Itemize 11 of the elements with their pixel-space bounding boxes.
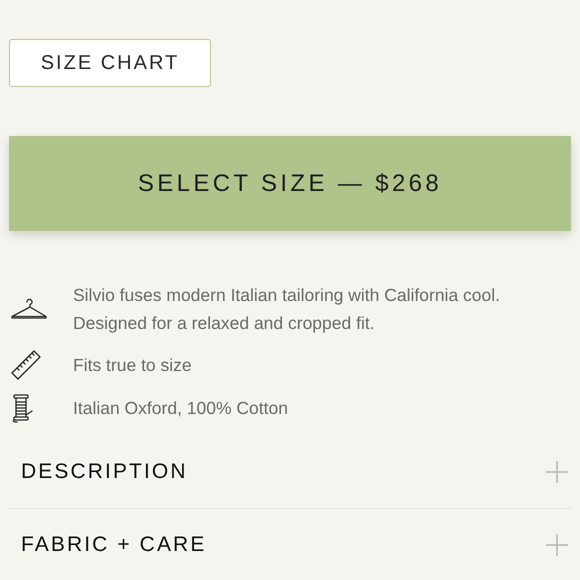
accordion-title[interactable]: FABRIC + CARE <box>21 529 206 561</box>
size-chart-button[interactable]: SIZE CHART <box>9 39 211 87</box>
accordion-title[interactable]: DESCRIPTION <box>21 456 188 488</box>
feature-text: Silvio fuses modern Italian tailoring with California cool. Designed for a relaxed and cropped fit. <box>73 284 502 335</box>
feature-text: Italian Oxford, 100% Cotton <box>73 397 289 420</box>
feature-text: Fits true to size <box>73 354 193 377</box>
select-size-button[interactable]: SELECT SIZE — $268 <box>9 136 571 231</box>
hanger-icon <box>10 297 48 321</box>
ruler-icon <box>10 349 42 381</box>
plus-icon[interactable] <box>546 460 568 482</box>
plus-icon[interactable] <box>546 534 568 556</box>
